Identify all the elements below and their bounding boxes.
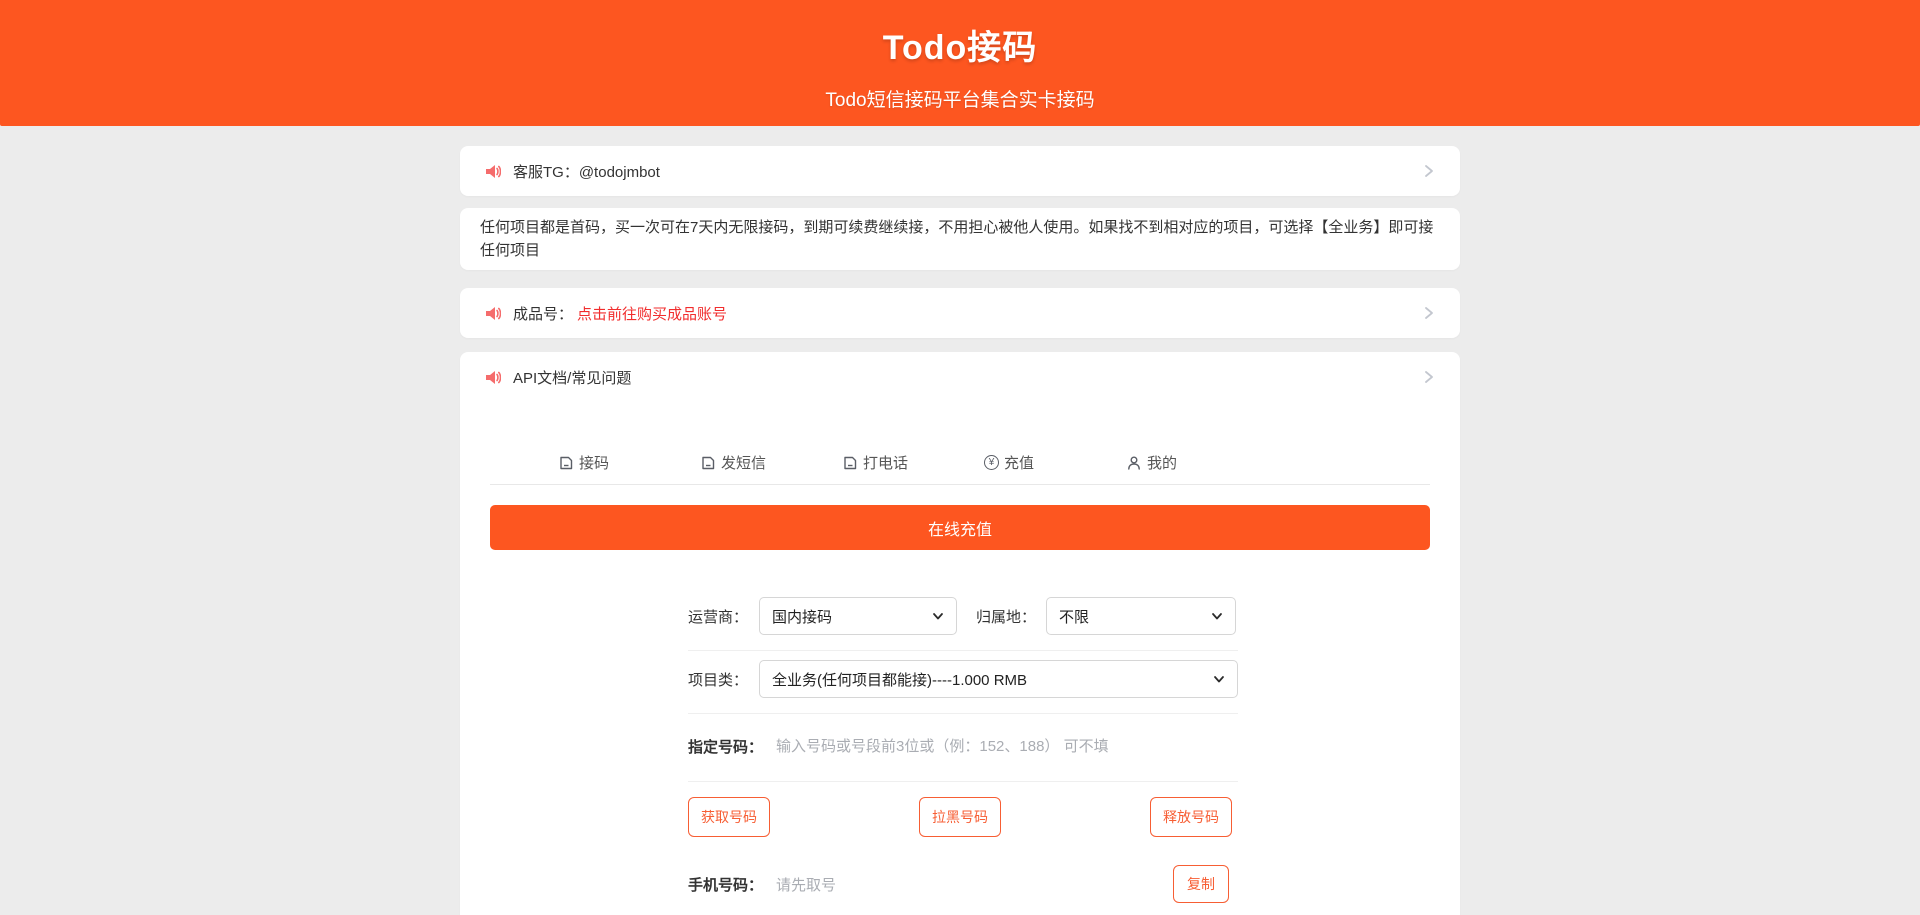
chevron-down-icon [932, 610, 944, 622]
tab-bar: 接码 发短信 打电话 ¥ 充值 我的 [490, 402, 1430, 485]
buy-product-account-link[interactable]: 点击前往购买成品账号 [577, 303, 727, 324]
project-label: 项目类： [688, 669, 748, 690]
support-tg-row[interactable]: 客服TG：@todojmbot [460, 146, 1460, 196]
tab-label: 充值 [1004, 452, 1034, 473]
usage-notice-card: 任何项目都是首码，买一次可在7天内无限接码，到期可续费继续接，不用担心被他人使用… [460, 208, 1460, 270]
copy-phone-button[interactable]: 复制 [1173, 865, 1229, 903]
phone-number-label: 手机号码： [688, 874, 763, 895]
phone-number-row: 手机号码： 请先取号 复制 [688, 855, 1238, 915]
chevron-right-icon [1422, 370, 1436, 384]
sim-card-icon [842, 455, 858, 471]
product-account-row[interactable]: 成品号： 点击前往购买成品账号 [460, 288, 1460, 338]
project-row: 项目类： 全业务(任何项目都能接)----1.000 RMB [688, 651, 1238, 714]
operator-select-value: 国内接码 [772, 606, 924, 627]
support-tg-label: 客服TG：@todojmbot [513, 161, 660, 182]
specify-number-row: 指定号码： [688, 714, 1238, 782]
chevron-down-icon [1213, 673, 1225, 685]
chevron-right-icon [1422, 164, 1436, 178]
chevron-down-icon [1211, 610, 1223, 622]
specify-number-input[interactable] [776, 738, 1238, 755]
operator-label: 运营商： [688, 606, 748, 627]
api-docs-label: API文档/常见问题 [513, 367, 631, 388]
operator-select[interactable]: 国内接码 [759, 597, 957, 635]
release-number-button[interactable]: 释放号码 [1150, 797, 1232, 837]
page-header: Todo接码 Todo短信接码平台集合实卡接码 [0, 0, 1920, 126]
operator-region-row: 运营商： 国内接码 归属地： 不限 [688, 588, 1238, 651]
tab-label: 打电话 [863, 452, 908, 473]
chevron-right-icon [1422, 306, 1436, 320]
tab-recharge[interactable]: ¥ 充值 [984, 452, 1126, 484]
product-account-label: 成品号： [513, 303, 573, 324]
yen-circle-icon: ¥ [984, 455, 999, 470]
phone-number-placeholder: 请先取号 [776, 874, 1173, 895]
page-subtitle: Todo短信接码平台集合实卡接码 [0, 85, 1920, 112]
online-recharge-button[interactable]: 在线充值 [490, 505, 1430, 550]
project-select[interactable]: 全业务(任何项目都能接)----1.000 RMB [759, 660, 1238, 698]
tab-send-sms[interactable]: 发短信 [700, 452, 842, 484]
speaker-icon [484, 163, 501, 180]
tab-label: 我的 [1147, 452, 1177, 473]
region-label: 归属地： [976, 606, 1036, 627]
region-select[interactable]: 不限 [1046, 597, 1236, 635]
specify-number-label: 指定号码： [688, 736, 763, 757]
tab-make-call[interactable]: 打电话 [842, 452, 984, 484]
speaker-icon [484, 369, 501, 386]
number-actions-row: 获取号码 拉黑号码 释放号码 [688, 782, 1238, 855]
sim-card-icon [558, 455, 574, 471]
api-docs-row[interactable]: API文档/常见问题 [460, 352, 1460, 402]
main-panel: API文档/常见问题 接码 发短信 打电话 ¥ 充值 我 [460, 352, 1460, 915]
tab-profile[interactable]: 我的 [1126, 452, 1268, 484]
page-title: Todo接码 [0, 20, 1920, 69]
speaker-icon [484, 305, 501, 322]
usage-notice-text: 任何项目都是首码，买一次可在7天内无限接码，到期可续费继续接，不用担心被他人使用… [480, 219, 1433, 259]
sim-card-icon [700, 455, 716, 471]
project-select-value: 全业务(任何项目都能接)----1.000 RMB [772, 669, 1205, 690]
tab-label: 接码 [579, 452, 609, 473]
tab-label: 发短信 [721, 452, 766, 473]
tab-receive-code[interactable]: 接码 [558, 452, 700, 484]
get-number-button[interactable]: 获取号码 [688, 797, 770, 837]
region-select-value: 不限 [1059, 606, 1203, 627]
person-icon [1126, 455, 1142, 471]
blacklist-number-button[interactable]: 拉黑号码 [919, 797, 1001, 837]
number-form: 运营商： 国内接码 归属地： 不限 项目类： 全业务(任何项目都能接)----1… [688, 588, 1238, 915]
